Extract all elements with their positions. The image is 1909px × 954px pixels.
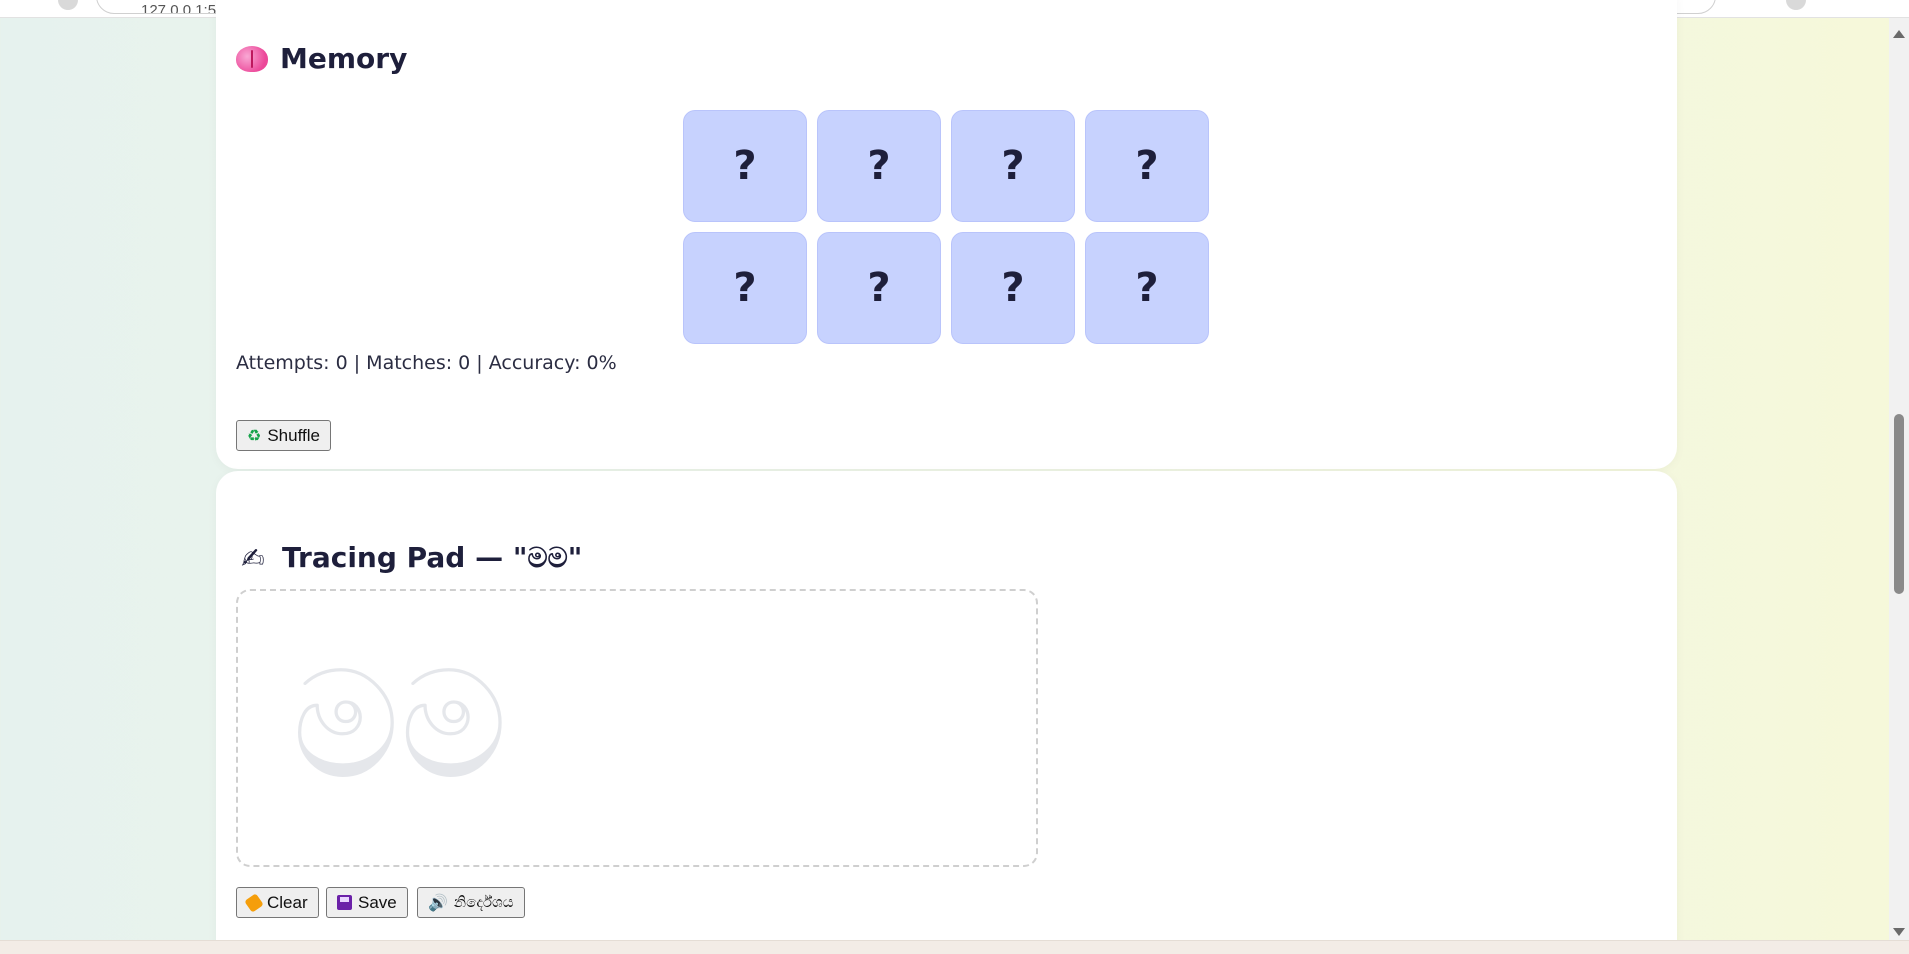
tracing-title: ✍ Tracing Pad — "මම" xyxy=(236,541,582,575)
memory-title: Memory xyxy=(236,42,407,75)
eraser-icon xyxy=(244,892,264,913)
instructions-audio-button[interactable]: 🔊 නිර්දේශය xyxy=(417,887,525,918)
tracing-canvas[interactable]: මම xyxy=(236,589,1038,867)
scroll-down-icon[interactable] xyxy=(1893,928,1905,936)
memory-title-text: Memory xyxy=(280,42,408,75)
memory-card[interactable]: ? xyxy=(1085,110,1209,222)
page-scrollbar[interactable] xyxy=(1889,18,1909,940)
memory-card[interactable]: ? xyxy=(683,110,807,222)
clear-button[interactable]: Clear xyxy=(236,887,319,918)
memory-card[interactable]: ? xyxy=(951,110,1075,222)
clear-label: Clear xyxy=(267,892,308,912)
memory-card[interactable]: ? xyxy=(817,232,941,344)
memory-section: Memory ? ? ? ? ? ? ? ? Attempts: 0 | Mat… xyxy=(216,0,1677,469)
tracing-guide-text: මම xyxy=(292,639,508,813)
shuffle-button[interactable]: ♻ Shuffle xyxy=(236,420,331,451)
memory-card[interactable]: ? xyxy=(1085,232,1209,344)
scroll-up-icon[interactable] xyxy=(1893,30,1905,38)
brain-icon xyxy=(236,45,268,72)
tracing-section: ✍ Tracing Pad — "මම" මම Clear Save 🔊 නිර… xyxy=(216,471,1677,954)
memory-grid: ? ? ? ? ? ? ? ? xyxy=(683,110,1209,344)
reload-icon[interactable] xyxy=(58,0,78,10)
floppy-disk-icon xyxy=(337,895,352,910)
tracing-title-text: Tracing Pad — "මම" xyxy=(282,541,583,574)
memory-card[interactable]: ? xyxy=(683,232,807,344)
memory-stats: Attempts: 0 | Matches: 0 | Accuracy: 0% xyxy=(236,352,617,374)
memory-card[interactable]: ? xyxy=(817,110,941,222)
instructions-label: නිර්දේශය xyxy=(453,894,514,911)
speaker-icon: 🔊 xyxy=(428,894,448,912)
save-label: Save xyxy=(358,892,397,912)
recycle-icon: ♻ xyxy=(247,427,262,445)
scroll-thumb[interactable] xyxy=(1894,414,1904,594)
bottom-edge xyxy=(0,940,1909,954)
memory-card[interactable]: ? xyxy=(951,232,1075,344)
writing-hand-icon: ✍ xyxy=(241,541,265,575)
shuffle-label: Shuffle xyxy=(267,425,320,445)
save-button[interactable]: Save xyxy=(326,887,408,918)
profile-avatar-icon[interactable] xyxy=(1786,0,1806,10)
